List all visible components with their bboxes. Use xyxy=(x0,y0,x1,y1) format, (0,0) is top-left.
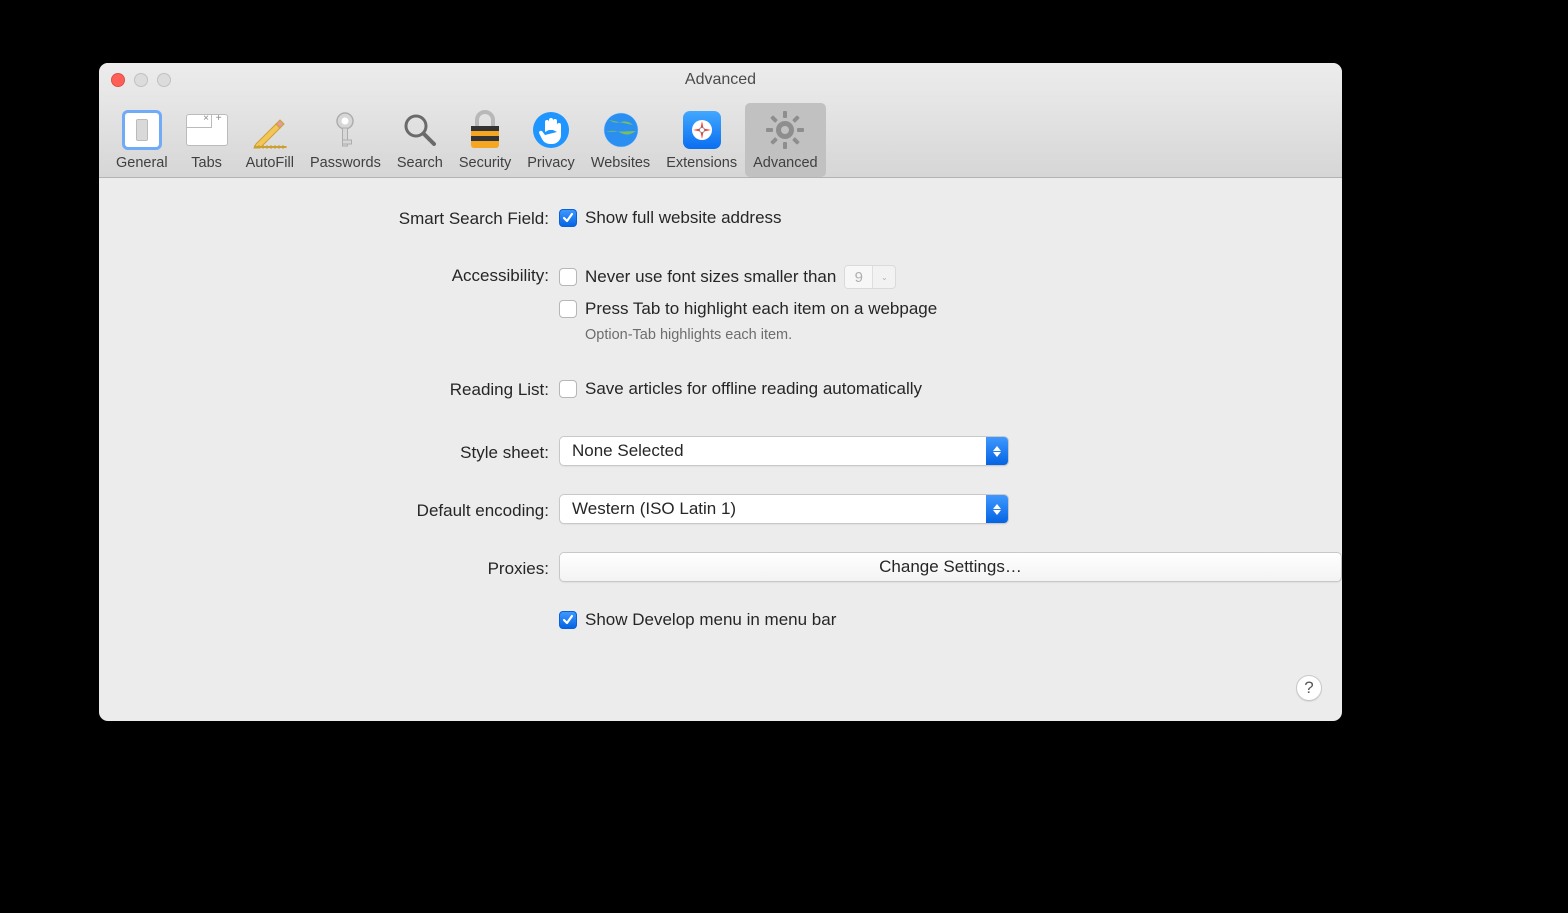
tab-tabs[interactable]: Tabs xyxy=(176,103,238,177)
chevron-down-icon[interactable]: ⌄ xyxy=(873,266,895,288)
popup-arrows-icon xyxy=(986,495,1008,523)
tab-security[interactable]: Security xyxy=(451,103,519,177)
press-tab-row[interactable]: Press Tab to highlight each item on a we… xyxy=(559,299,1342,319)
tab-label: General xyxy=(116,155,168,171)
tabs-icon xyxy=(184,107,230,153)
tab-privacy[interactable]: Privacy xyxy=(519,103,583,177)
help-icon: ? xyxy=(1304,678,1313,698)
smart-search-label: Smart Search Field: xyxy=(99,208,559,229)
style-sheet-label: Style sheet: xyxy=(99,439,559,463)
change-settings-text: Change Settings… xyxy=(879,557,1022,577)
globe-icon xyxy=(598,107,644,153)
reading-list-label: Reading List: xyxy=(99,379,559,400)
tab-label: Tabs xyxy=(191,155,222,171)
tab-label: Advanced xyxy=(753,155,818,171)
develop-menu-row[interactable]: Show Develop menu in menu bar xyxy=(559,610,1342,630)
tab-general[interactable]: General xyxy=(108,103,176,177)
hand-icon xyxy=(528,107,574,153)
tab-label: Search xyxy=(397,155,443,171)
min-font-checkbox[interactable] xyxy=(559,268,577,286)
search-icon xyxy=(397,107,443,153)
window-title: Advanced xyxy=(99,71,1342,89)
key-icon xyxy=(322,107,368,153)
tab-autofill[interactable]: AutoFill xyxy=(238,103,302,177)
preferences-toolbar: General Tabs AutoFill Passwords Search xyxy=(99,99,1342,178)
content-area: Smart Search Field: Show full website ad… xyxy=(99,178,1342,721)
min-font-stepper[interactable]: 9 ⌄ xyxy=(844,265,896,289)
min-font-text: Never use font sizes smaller than xyxy=(585,267,836,287)
tab-label: Passwords xyxy=(310,155,381,171)
default-encoding-popup[interactable]: Western (ISO Latin 1) xyxy=(559,494,1009,524)
press-tab-checkbox[interactable] xyxy=(559,300,577,318)
press-tab-text: Press Tab to highlight each item on a we… xyxy=(585,299,937,319)
save-offline-text: Save articles for offline reading automa… xyxy=(585,379,922,399)
accessibility-label: Accessibility: xyxy=(99,265,559,286)
save-offline-row[interactable]: Save articles for offline reading automa… xyxy=(559,379,1342,399)
default-encoding-value: Western (ISO Latin 1) xyxy=(572,499,736,519)
min-font-row[interactable]: Never use font sizes smaller than 9 ⌄ xyxy=(559,265,1342,289)
proxies-label: Proxies: xyxy=(99,555,559,579)
min-font-value: 9 xyxy=(845,266,873,288)
general-icon xyxy=(119,107,165,153)
help-button[interactable]: ? xyxy=(1296,675,1322,701)
extensions-icon xyxy=(679,107,725,153)
style-sheet-value: None Selected xyxy=(572,441,684,461)
tab-label: Privacy xyxy=(527,155,575,171)
tab-label: Websites xyxy=(591,155,650,171)
autofill-icon xyxy=(247,107,293,153)
preferences-window: Advanced General Tabs AutoFill Passwords xyxy=(99,63,1342,721)
tab-passwords[interactable]: Passwords xyxy=(302,103,389,177)
style-sheet-popup[interactable]: None Selected xyxy=(559,436,1009,466)
develop-menu-checkbox[interactable] xyxy=(559,611,577,629)
accessibility-hint: Option-Tab highlights each item. xyxy=(585,327,1342,343)
show-full-address-row[interactable]: Show full website address xyxy=(559,208,1342,228)
tab-label: Security xyxy=(459,155,511,171)
titlebar: Advanced xyxy=(99,63,1342,99)
show-full-address-checkbox[interactable] xyxy=(559,209,577,227)
popup-arrows-icon xyxy=(986,437,1008,465)
lock-icon xyxy=(462,107,508,153)
save-offline-checkbox[interactable] xyxy=(559,380,577,398)
develop-menu-text: Show Develop menu in menu bar xyxy=(585,610,836,630)
default-encoding-label: Default encoding: xyxy=(99,497,559,521)
tab-search[interactable]: Search xyxy=(389,103,451,177)
tab-advanced[interactable]: Advanced xyxy=(745,103,826,177)
stepper-arrows[interactable]: ⌄ xyxy=(873,266,895,288)
gear-icon xyxy=(762,107,808,153)
tab-websites[interactable]: Websites xyxy=(583,103,658,177)
change-settings-button[interactable]: Change Settings… xyxy=(559,552,1342,582)
tab-label: AutoFill xyxy=(246,155,294,171)
tab-label: Extensions xyxy=(666,155,737,171)
show-full-address-text: Show full website address xyxy=(585,208,782,228)
tab-extensions[interactable]: Extensions xyxy=(658,103,745,177)
